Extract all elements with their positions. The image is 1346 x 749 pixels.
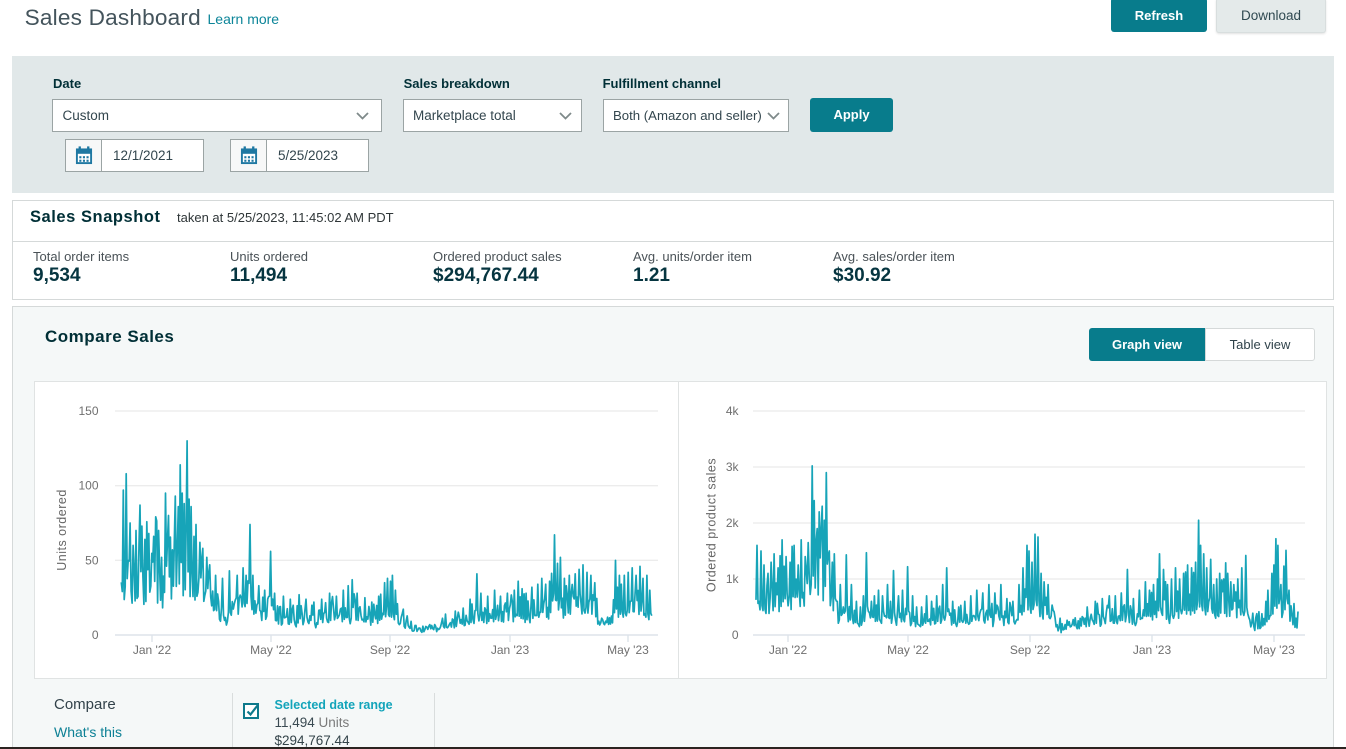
- svg-text:May '23: May '23: [1253, 643, 1295, 657]
- svg-text:Sep '22: Sep '22: [1010, 643, 1051, 657]
- svg-text:100: 100: [78, 479, 98, 493]
- svg-text:Ordered product sales: Ordered product sales: [705, 458, 719, 592]
- svg-text:May '22: May '22: [250, 643, 292, 657]
- svg-text:4k: 4k: [726, 404, 740, 418]
- svg-text:2k: 2k: [726, 516, 740, 530]
- svg-text:May '23: May '23: [607, 643, 649, 657]
- svg-text:Jan '23: Jan '23: [1133, 643, 1172, 657]
- svg-text:Jan '22: Jan '22: [133, 643, 172, 657]
- svg-text:150: 150: [78, 404, 98, 418]
- svg-text:50: 50: [85, 553, 99, 567]
- svg-text:3k: 3k: [726, 460, 740, 474]
- svg-text:Jan '22: Jan '22: [769, 643, 808, 657]
- svg-text:May '22: May '22: [887, 643, 929, 657]
- svg-text:Jan '23: Jan '23: [491, 643, 530, 657]
- svg-text:1k: 1k: [726, 572, 740, 586]
- svg-text:Units ordered: Units ordered: [55, 489, 69, 571]
- svg-text:Sep '22: Sep '22: [370, 643, 411, 657]
- svg-text:0: 0: [732, 628, 739, 642]
- svg-text:0: 0: [92, 628, 99, 642]
